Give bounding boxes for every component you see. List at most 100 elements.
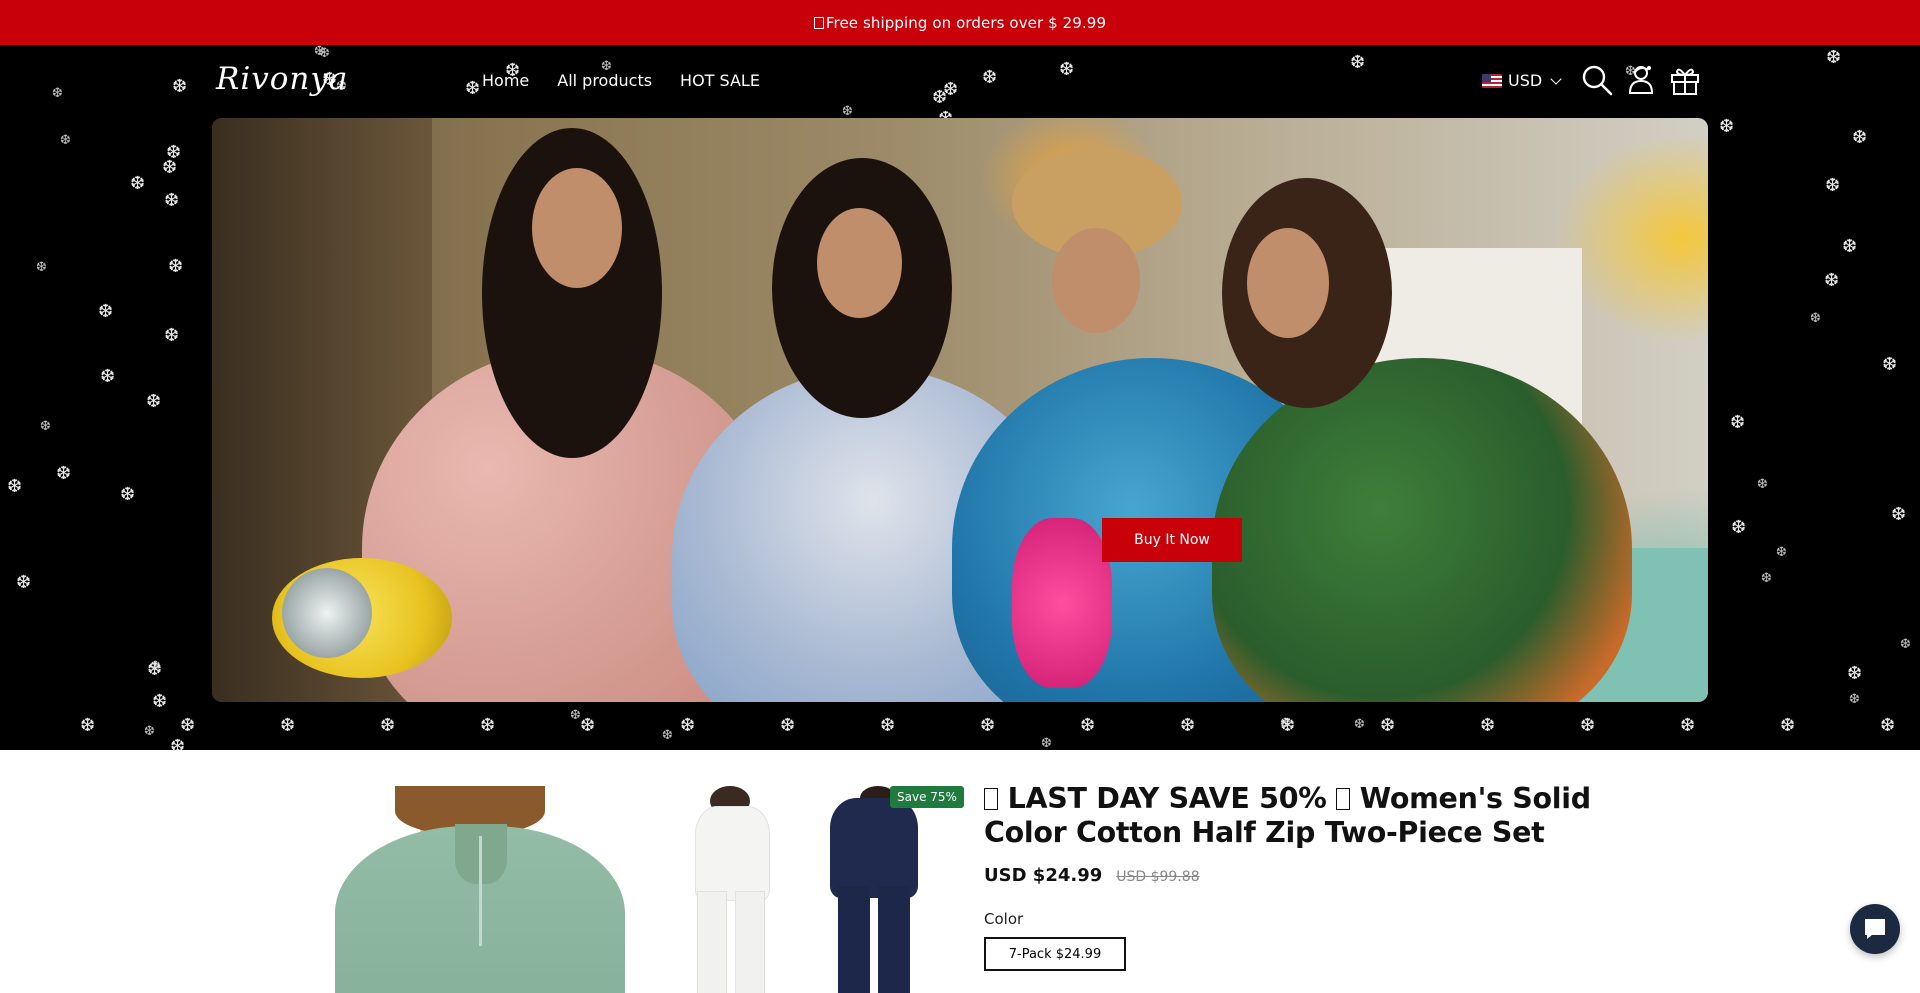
account-icon[interactable]	[1624, 63, 1658, 97]
snowflake-decoration: ❆	[580, 715, 596, 736]
snowflake-decoration: ❆	[1080, 715, 1096, 736]
hero-pink-bag	[1012, 518, 1112, 688]
snowflake-decoration: ❆	[780, 715, 796, 736]
search-icon[interactable]	[1580, 63, 1614, 97]
product-thumb-white[interactable]	[665, 786, 795, 993]
snowflake-decoration: ❆	[100, 366, 116, 387]
thumb-white-leg-left	[697, 891, 727, 993]
snowflake-decoration: ❆	[1580, 715, 1596, 736]
nav-all-products[interactable]: All products	[557, 71, 652, 90]
currency-selector[interactable]: USD	[1482, 71, 1562, 90]
snowflake-decoration: ❆	[1719, 116, 1735, 137]
snowflake-decoration: ❆	[1852, 127, 1868, 148]
currency-label: USD	[1508, 71, 1543, 90]
gift-icon[interactable]	[1668, 63, 1702, 97]
thumb-white-leg-right	[735, 891, 765, 993]
snowflake-decoration: ❆	[164, 325, 180, 346]
snowflake-decoration: ❆	[1041, 736, 1052, 750]
snowflake-decoration: ❆	[40, 419, 51, 434]
snowflake-decoration: ❆	[1180, 715, 1196, 736]
hero-model-3-face	[1052, 228, 1140, 333]
chat-widget-button[interactable]	[1850, 904, 1900, 954]
hero-headlight	[282, 568, 372, 658]
snowflake-decoration: ❆	[16, 572, 32, 593]
snowflake-decoration: ❆	[1880, 715, 1896, 736]
snowflake-decoration: ❆	[150, 659, 161, 674]
snowflake-decoration: ❆	[36, 260, 47, 275]
snowflake-decoration: ❆	[164, 190, 180, 211]
thumb-navy-leg-left	[838, 886, 870, 993]
snowflake-decoration: ❆	[1731, 517, 1747, 538]
nav-hot-sale[interactable]: HOT SALE	[680, 71, 760, 90]
snowflake-decoration: ❆	[1730, 412, 1746, 433]
snowflake-decoration: ❆	[1280, 715, 1296, 736]
snowflake-decoration: ❆	[1761, 571, 1772, 586]
site-header: Rivonya Home All products HOT SALE USD	[0, 45, 1920, 117]
snowflake-decoration: ❆	[7, 476, 23, 497]
us-flag-icon	[1482, 73, 1502, 88]
main-nav: Home All products HOT SALE	[482, 71, 760, 90]
snowflake-decoration: ❆	[1354, 717, 1365, 732]
missing-glyph-icon	[1336, 788, 1351, 810]
buy-it-now-button[interactable]: Buy It Now	[1102, 518, 1242, 562]
snowflake-decoration: ❆	[1847, 663, 1863, 684]
site-logo[interactable]: Rivonya	[216, 61, 348, 97]
missing-glyph-icon	[813, 16, 824, 29]
snowflake-decoration: ❆	[1810, 311, 1821, 326]
compare-price: USD $99.88	[1116, 869, 1200, 885]
snowflake-decoration: ❆	[1824, 270, 1840, 291]
snowflake-decoration: ❆	[880, 715, 896, 736]
option-label-color: Color	[984, 910, 1024, 928]
snowflake-decoration: ❆	[480, 715, 496, 736]
snowflake-decoration: ❆	[570, 708, 581, 723]
announcement-text: Free shipping on orders over $ 29.99	[825, 13, 1107, 32]
snowflake-decoration: ❆	[168, 256, 184, 277]
snowflake-decoration: ❆	[680, 715, 696, 736]
snowflake-decoration: ❆	[144, 724, 155, 739]
snowflake-decoration: ❆	[180, 715, 196, 736]
snowflake-decoration: ❆	[80, 715, 96, 736]
snowflake-decoration: ❆	[1480, 715, 1496, 736]
missing-glyph-icon	[984, 788, 998, 810]
snowflake-decoration: ❆	[1680, 715, 1696, 736]
price-row: USD $24.99 USD $99.88	[984, 865, 1200, 886]
snowflake-decoration: ❆	[980, 715, 996, 736]
snowflake-decoration: ❆	[1380, 715, 1396, 736]
snowflake-decoration: ❆	[1825, 175, 1841, 196]
hero-model-1-face	[532, 168, 622, 288]
snowflake-decoration: ❆	[162, 157, 178, 178]
snowflake-decoration: ❆	[130, 173, 146, 194]
product-title-main: LAST DAY SAVE 50%	[1007, 782, 1327, 815]
snowflake-decoration: ❆	[147, 659, 163, 680]
chevron-down-icon	[1550, 72, 1562, 85]
snowflake-decoration: ❆	[170, 736, 186, 751]
snowflake-decoration: ❆	[120, 484, 136, 505]
product-price: USD $24.99	[984, 865, 1103, 886]
sweater-zip	[479, 836, 482, 946]
snowflake-decoration: ❆	[662, 728, 673, 743]
snowflake-decoration: ❆	[98, 301, 114, 322]
snowflake-decoration: ❆	[1849, 692, 1860, 707]
snowflake-decoration: ❆	[1900, 637, 1911, 652]
snowflake-decoration: ❆	[1757, 477, 1768, 492]
snowflake-decoration: ❆	[1280, 716, 1291, 731]
snowflake-decoration: ❆	[146, 391, 162, 412]
snowflake-decoration: ❆	[380, 715, 396, 736]
snowflake-decoration: ❆	[1891, 504, 1907, 525]
announcement-bar: Free shipping on orders over $ 29.99	[0, 0, 1920, 45]
snowflake-decoration: ❆	[1882, 354, 1898, 375]
thumb-white-top	[695, 806, 770, 901]
snowflake-decoration: ❆	[166, 142, 182, 163]
product-thumb-navy[interactable]	[808, 786, 938, 993]
product-main-image[interactable]	[335, 786, 625, 993]
snowflake-decoration: ❆	[1842, 236, 1858, 257]
product-title: LAST DAY SAVE 50% Women's Solid Color Co…	[984, 782, 1624, 850]
hero-banner[interactable]: Buy It Now	[212, 118, 1708, 702]
chat-icon	[1865, 919, 1885, 939]
snowflake-decoration: ❆	[1780, 715, 1796, 736]
nav-home[interactable]: Home	[482, 71, 529, 90]
snowflake-decoration: ❆	[152, 691, 168, 712]
snowflake-decoration: ❆	[280, 715, 296, 736]
variant-option-selected[interactable]: 7-Pack $24.99	[984, 937, 1126, 971]
save-badge: Save 75%	[890, 786, 964, 808]
